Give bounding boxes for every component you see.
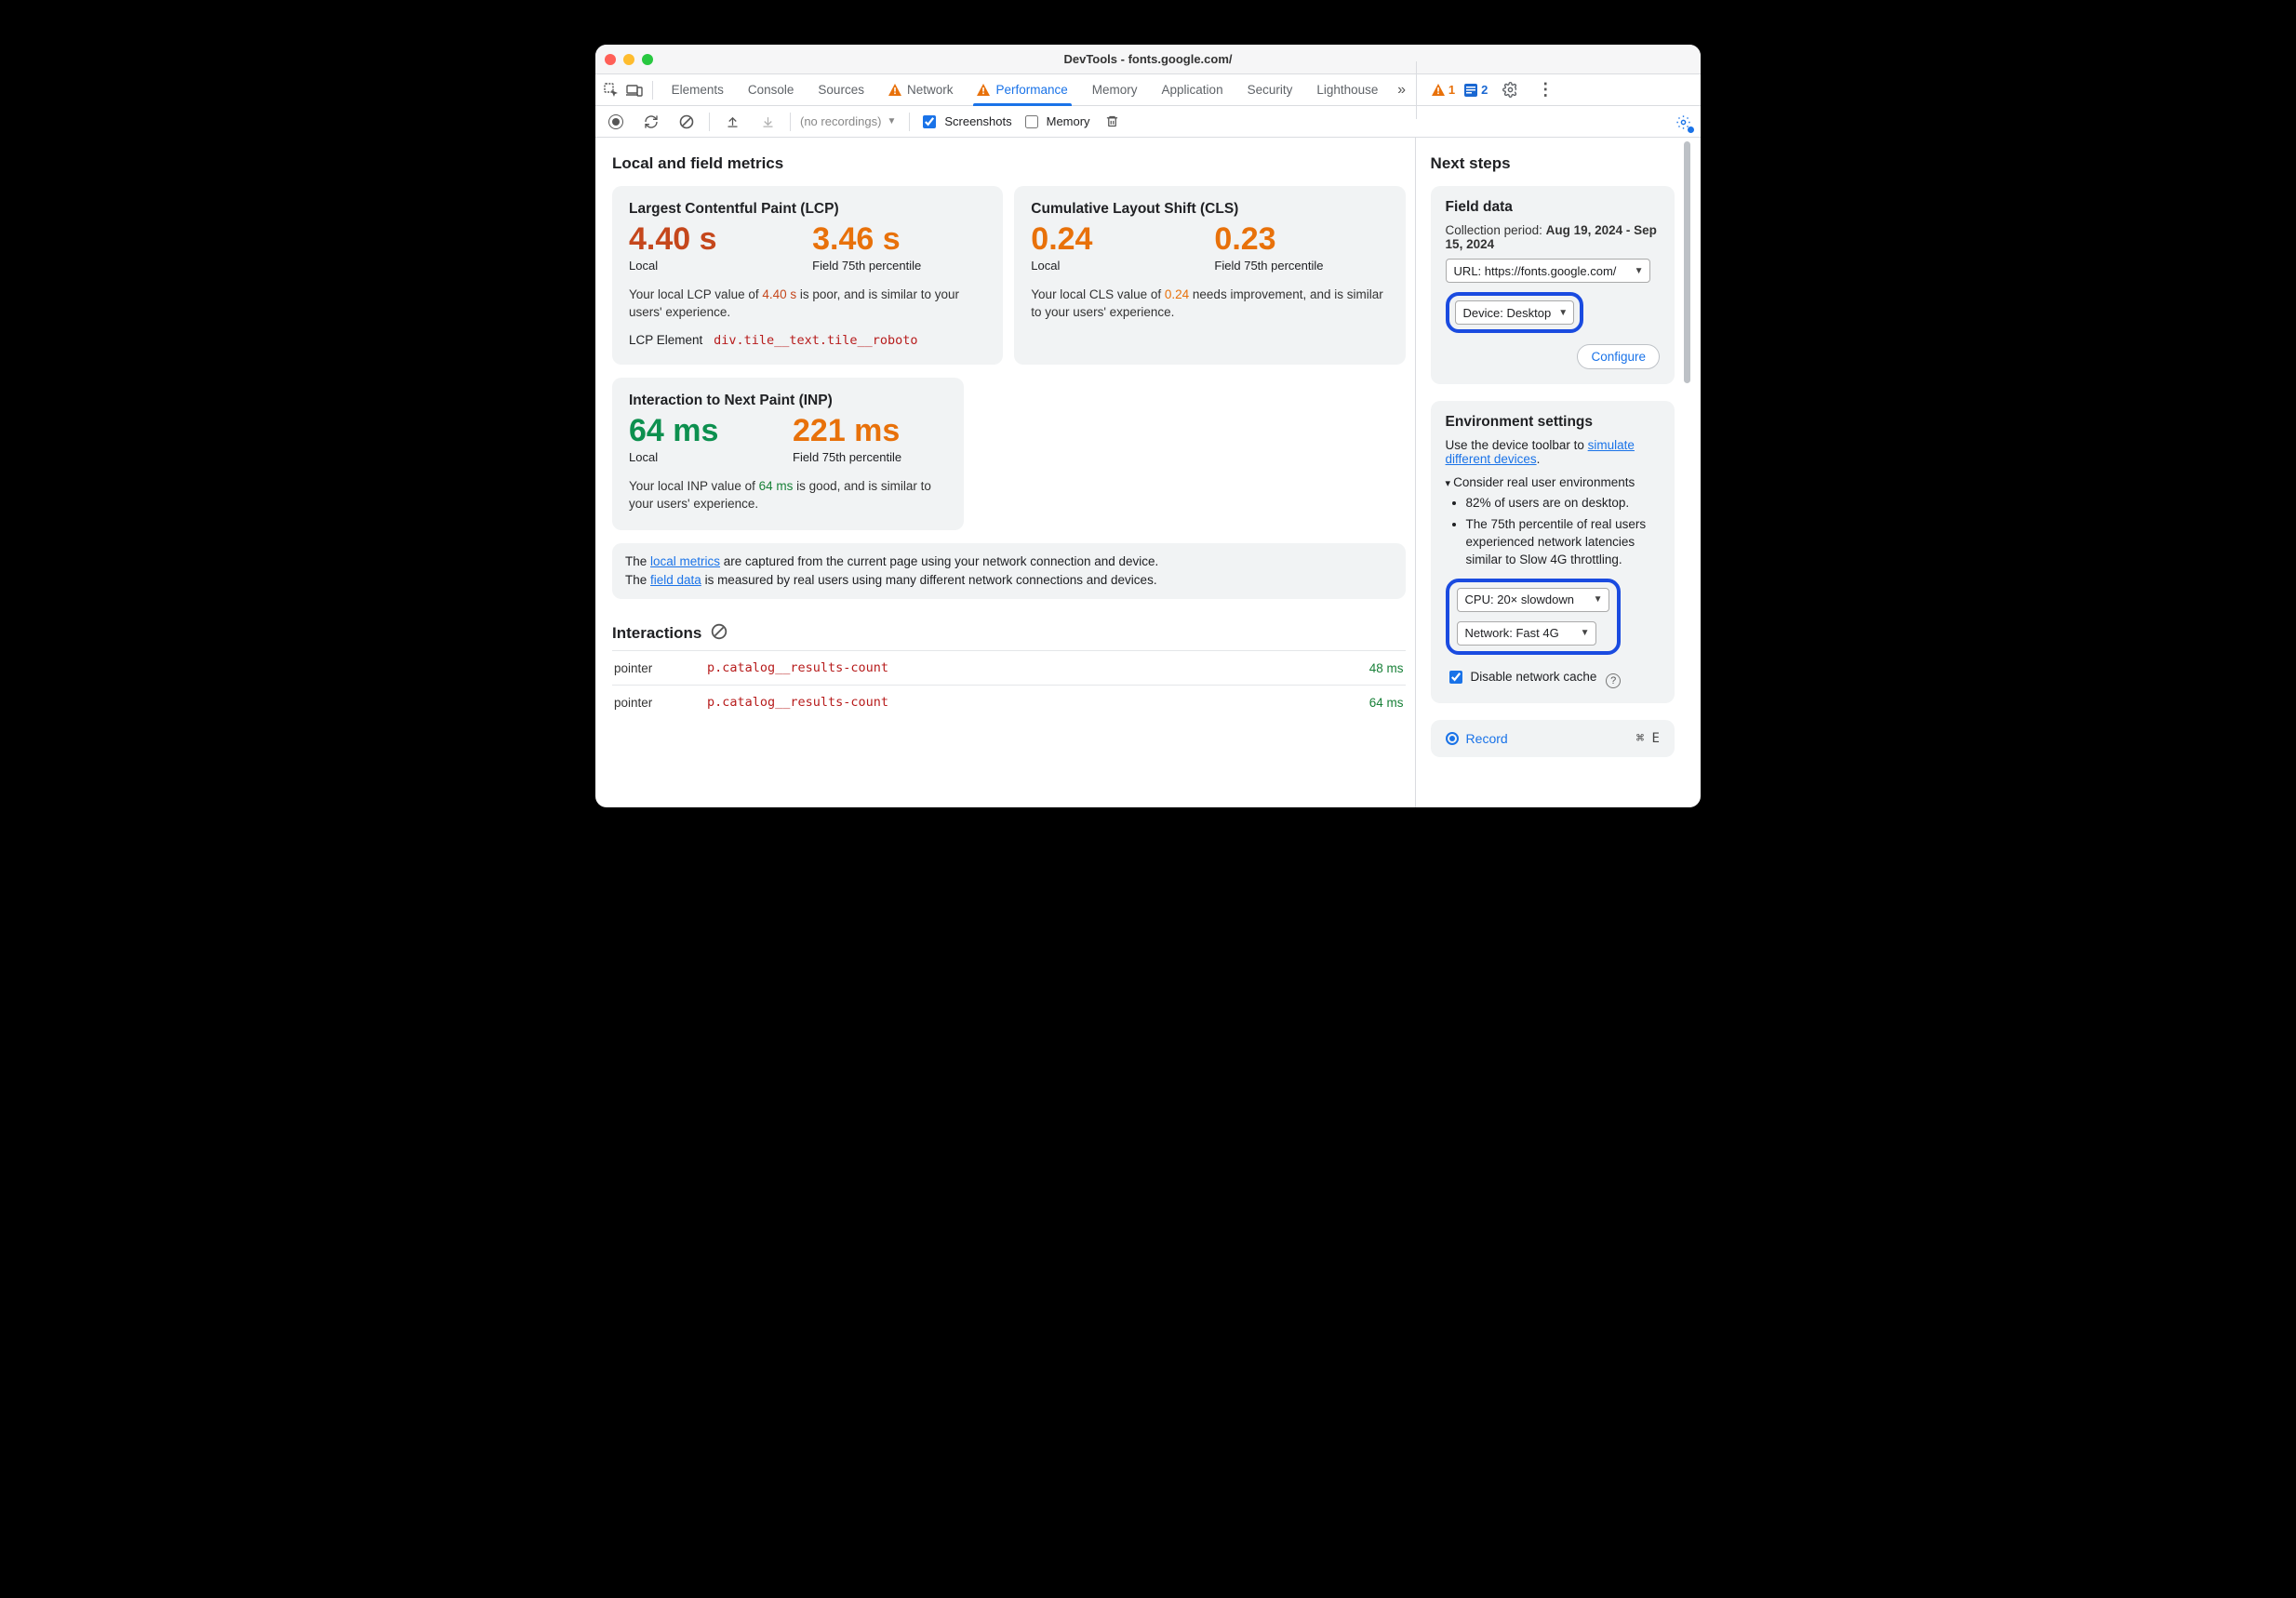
inp-local-label: Local xyxy=(629,450,783,464)
kebab-menu-icon[interactable]: ⋮ xyxy=(1532,78,1558,102)
cls-title: Cumulative Layout Shift (CLS) xyxy=(1031,201,1388,218)
record-button[interactable]: Record xyxy=(1446,731,1508,746)
tab-lighthouse[interactable]: Lighthouse xyxy=(1305,74,1389,106)
upload-icon[interactable] xyxy=(719,110,745,134)
reload-record-icon[interactable] xyxy=(638,110,664,134)
tab-performance[interactable]: Performance xyxy=(966,74,1078,106)
download-icon[interactable] xyxy=(754,110,781,134)
performance-toolbar: (no recordings) ▼ Screenshots Memory xyxy=(595,106,1701,138)
lcp-local-value: 4.40 s xyxy=(629,223,803,257)
field-data-card: Field data Collection period: Aug 19, 20… xyxy=(1431,186,1675,384)
cls-field-value: 0.23 xyxy=(1214,223,1388,257)
environment-title: Environment settings xyxy=(1446,414,1660,431)
metrics-heading: Local and field metrics xyxy=(612,154,1406,173)
device-toolbar-icon[interactable] xyxy=(623,78,644,102)
no-interactions-icon xyxy=(711,623,728,643)
tab-console[interactable]: Console xyxy=(737,74,806,106)
record-card: Record ⌘ E xyxy=(1431,720,1675,757)
cpu-throttle-select[interactable]: CPU: 20× slowdown▼ xyxy=(1457,588,1609,612)
inp-card: Interaction to Next Paint (INP) 64 ms Lo… xyxy=(612,378,964,530)
tab-network[interactable]: Network xyxy=(877,74,965,106)
field-data-title: Field data xyxy=(1446,199,1660,216)
inspect-element-icon[interactable] xyxy=(601,78,621,102)
collection-period: Collection period: Aug 19, 2024 - Sep 15… xyxy=(1446,223,1660,251)
lcp-element-selector: div.tile__text.tile__roboto xyxy=(714,333,917,348)
lcp-field-value: 3.46 s xyxy=(812,223,986,257)
lcp-field-label: Field 75th percentile xyxy=(812,259,986,273)
metrics-pane: Local and field metrics Largest Contentf… xyxy=(595,138,1415,807)
help-icon[interactable]: ? xyxy=(1606,673,1621,688)
env-details-summary[interactable]: Consider real user environments xyxy=(1446,475,1660,489)
cls-field-label: Field 75th percentile xyxy=(1214,259,1388,273)
tab-elements[interactable]: Elements xyxy=(661,74,735,106)
recordings-select[interactable]: (no recordings) ▼ xyxy=(800,114,900,128)
screenshots-checkbox[interactable]: Screenshots xyxy=(919,113,1011,131)
tab-application[interactable]: Application xyxy=(1151,74,1235,106)
clear-icon[interactable] xyxy=(674,110,700,134)
more-tabs-icon[interactable]: » xyxy=(1391,78,1411,102)
next-steps-heading: Next steps xyxy=(1431,154,1675,173)
record-shortcut: ⌘ E xyxy=(1636,731,1660,746)
close-window-button[interactable] xyxy=(605,54,616,65)
interaction-row[interactable]: pointer p.catalog__results-count 48 ms xyxy=(612,650,1406,685)
settings-icon[interactable] xyxy=(1497,78,1523,102)
field-data-link[interactable]: field data xyxy=(650,573,701,587)
lcp-element-row[interactable]: LCP Element div.tile__text.tile__roboto xyxy=(629,333,986,348)
inp-title: Interaction to Next Paint (INP) xyxy=(629,393,947,409)
performance-panel-body: Local and field metrics Largest Contentf… xyxy=(595,138,1701,807)
lcp-title: Largest Contentful Paint (LCP) xyxy=(629,201,986,218)
cls-card: Cumulative Layout Shift (CLS) 0.24 Local… xyxy=(1014,186,1405,365)
zoom-window-button[interactable] xyxy=(642,54,653,65)
cls-description: Your local CLS value of 0.24 needs impro… xyxy=(1031,286,1388,322)
capture-settings-icon[interactable] xyxy=(1673,112,1693,132)
inp-field-value: 221 ms xyxy=(793,415,947,448)
window-title: DevTools - fonts.google.com/ xyxy=(1063,52,1232,66)
warnings-badge[interactable]: 1 xyxy=(1432,83,1455,97)
disable-cache-checkbox[interactable]: Disable network cache xyxy=(1446,668,1597,686)
cls-local-value: 0.24 xyxy=(1031,223,1205,257)
tab-memory[interactable]: Memory xyxy=(1081,74,1149,106)
devtools-tabstrip: Elements Console Sources Network Perform… xyxy=(595,74,1701,106)
lcp-local-label: Local xyxy=(629,259,803,273)
devtools-window: DevTools - fonts.google.com/ Elements Co… xyxy=(595,45,1701,807)
env-bullet: The 75th percentile of real users experi… xyxy=(1466,516,1660,569)
record-icon xyxy=(1446,732,1459,745)
inp-field-label: Field 75th percentile xyxy=(793,450,947,464)
throttling-highlight: CPU: 20× slowdown▼ Network: Fast 4G▼ xyxy=(1446,579,1621,655)
inp-description: Your local INP value of 64 ms is good, a… xyxy=(629,477,947,513)
device-select-highlight: Device: Desktop▼ xyxy=(1446,292,1584,333)
warning-icon xyxy=(888,84,901,96)
traffic-lights xyxy=(605,54,653,65)
configure-button[interactable]: Configure xyxy=(1577,344,1660,369)
local-metrics-link[interactable]: local metrics xyxy=(650,554,720,568)
memory-checkbox[interactable]: Memory xyxy=(1021,113,1090,131)
environment-desc: Use the device toolbar to simulate diffe… xyxy=(1446,438,1660,466)
next-steps-pane: Next steps Field data Collection period:… xyxy=(1415,138,1691,807)
lcp-card: Largest Contentful Paint (LCP) 4.40 s Lo… xyxy=(612,186,1003,365)
environment-card: Environment settings Use the device tool… xyxy=(1431,401,1675,703)
issues-badge[interactable]: 2 xyxy=(1464,83,1488,97)
metrics-note: The local metrics are captured from the … xyxy=(612,543,1406,600)
scrollbar[interactable] xyxy=(1682,138,1691,807)
tab-security[interactable]: Security xyxy=(1236,74,1304,106)
trash-icon[interactable] xyxy=(1100,110,1126,134)
warning-icon xyxy=(977,84,990,96)
record-icon[interactable] xyxy=(603,110,629,134)
lcp-description: Your local LCP value of 4.40 s is poor, … xyxy=(629,286,986,322)
interaction-row[interactable]: pointer p.catalog__results-count 64 ms xyxy=(612,685,1406,719)
network-throttle-select[interactable]: Network: Fast 4G▼ xyxy=(1457,621,1596,646)
tab-sources[interactable]: Sources xyxy=(807,74,875,106)
interactions-heading: Interactions xyxy=(612,624,701,643)
url-select[interactable]: URL: https://fonts.google.com/▼ xyxy=(1446,259,1650,283)
device-select[interactable]: Device: Desktop▼ xyxy=(1455,300,1575,325)
cls-local-label: Local xyxy=(1031,259,1205,273)
env-bullet: 82% of users are on desktop. xyxy=(1466,495,1660,513)
minimize-window-button[interactable] xyxy=(623,54,634,65)
inp-local-value: 64 ms xyxy=(629,415,783,448)
